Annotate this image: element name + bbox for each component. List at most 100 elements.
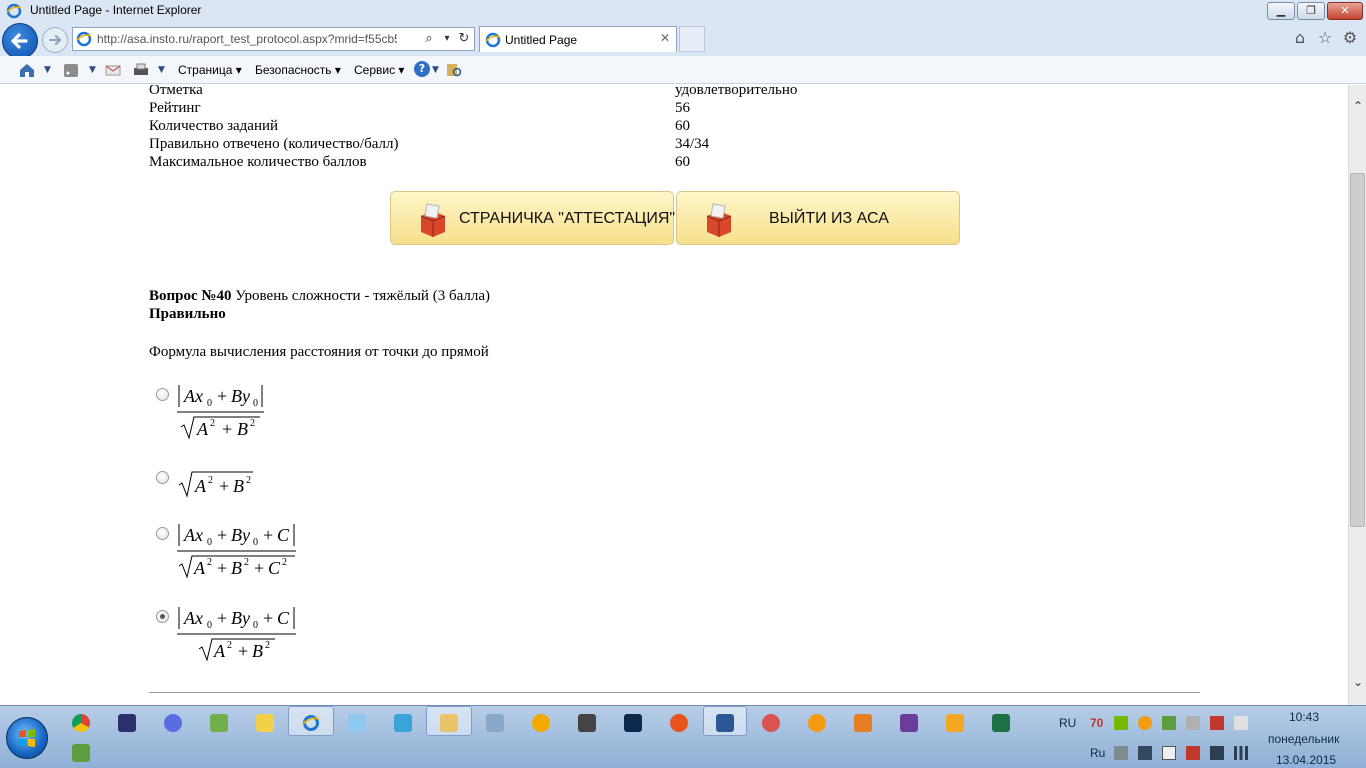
exit-button-label: ВЫЙТИ ИЗ АСА xyxy=(769,210,889,227)
app-triangle-icon[interactable] xyxy=(532,714,550,732)
home-dropdown-icon[interactable]: ▼ xyxy=(44,61,51,79)
svg-text:+: + xyxy=(217,558,227,578)
url-text[interactable]: http://asa.insto.ru/raport_test_protocol… xyxy=(97,32,397,46)
answer-status: Правильно xyxy=(149,306,226,322)
refresh-icon[interactable]: ↻ xyxy=(456,31,472,47)
scroll-down-icon[interactable]: ⌄ xyxy=(1351,675,1365,689)
speaker-icon[interactable] xyxy=(1186,746,1200,760)
svg-text:+: + xyxy=(217,525,227,545)
internet-explorer-icon xyxy=(76,31,92,47)
svg-text:C: C xyxy=(277,525,290,545)
language-indicator-small[interactable]: Ru xyxy=(1090,746,1105,760)
research-icon[interactable] xyxy=(446,61,462,79)
nvidia-icon[interactable] xyxy=(1114,716,1128,730)
browser-2-icon[interactable] xyxy=(808,714,826,732)
excel-icon[interactable] xyxy=(992,714,1010,732)
camera-icon[interactable] xyxy=(578,714,596,732)
feeds-dropdown-icon[interactable]: ▼ xyxy=(89,61,96,79)
attestation-page-button[interactable]: СТРАНИЧКА "АТТЕСТАЦИЯ" xyxy=(390,191,676,245)
tray-app-icon[interactable] xyxy=(1138,716,1152,730)
vertical-scrollbar[interactable]: ⌃ ⌄ xyxy=(1348,85,1366,705)
tools-icon[interactable]: ⚙ xyxy=(1340,28,1360,48)
tray-badge[interactable]: 70 xyxy=(1090,716,1103,730)
photoshop-icon[interactable] xyxy=(624,714,642,732)
clock-date[interactable]: 13.04.2015 xyxy=(1276,753,1336,767)
exit-asa-button[interactable]: ВЫЙТИ ИЗ АСА xyxy=(676,191,960,245)
result-label: Количество заданий xyxy=(149,118,279,134)
word-icon[interactable] xyxy=(716,714,734,732)
page-menu[interactable]: Страница ▾ xyxy=(178,61,242,79)
search-icon[interactable]: ⌕ xyxy=(421,31,437,47)
daemon-tools-icon[interactable] xyxy=(164,714,182,732)
presentation-icon[interactable] xyxy=(256,714,274,732)
option-4-radio[interactable] xyxy=(156,610,169,623)
svg-text:2: 2 xyxy=(282,557,287,568)
power-plug-icon[interactable] xyxy=(1210,746,1224,760)
help-dropdown-icon[interactable]: ▼ xyxy=(432,61,439,79)
tab-untitled-page[interactable]: Untitled Page ✕ xyxy=(479,26,677,52)
dropdown-icon[interactable]: ▾ xyxy=(439,31,455,47)
file-explorer-icon[interactable] xyxy=(440,714,458,732)
action-center-flag-icon[interactable] xyxy=(1162,746,1176,760)
home-icon[interactable]: ⌂ xyxy=(1290,28,1310,48)
maximize-button[interactable]: ❐ xyxy=(1297,2,1325,20)
scroll-thumb[interactable] xyxy=(1350,173,1365,527)
pen-icon[interactable] xyxy=(1234,716,1248,730)
network-tool-icon[interactable] xyxy=(1186,716,1200,730)
tab-close-icon[interactable]: ✕ xyxy=(660,31,670,45)
scroll-up-icon[interactable]: ⌃ xyxy=(1351,99,1365,113)
svg-text:+: + xyxy=(238,641,248,661)
print-dropdown-icon[interactable]: ▼ xyxy=(158,61,165,79)
volume-small-icon[interactable] xyxy=(1114,746,1128,760)
clock-weekday[interactable]: понедельник xyxy=(1268,732,1339,746)
media-icon[interactable] xyxy=(946,714,964,732)
home-icon[interactable] xyxy=(18,61,36,79)
firefox-icon[interactable] xyxy=(670,714,688,732)
svg-text:B: B xyxy=(231,558,242,578)
new-tab-button[interactable] xyxy=(679,26,705,52)
svg-text:0: 0 xyxy=(207,620,212,631)
result-value: 56 xyxy=(675,100,690,116)
visual-studio-icon[interactable] xyxy=(900,714,918,732)
stack-app-icon[interactable] xyxy=(72,744,90,762)
internet-explorer-icon[interactable] xyxy=(302,714,320,732)
tray-chart-icon[interactable] xyxy=(1210,716,1224,730)
chrome-icon[interactable] xyxy=(72,714,90,732)
svg-text:2: 2 xyxy=(208,475,213,486)
wifi-app-icon[interactable] xyxy=(348,714,366,732)
svg-text:Ax: Ax xyxy=(183,386,203,406)
video-app-icon[interactable] xyxy=(118,714,136,732)
language-indicator[interactable]: RU xyxy=(1059,716,1076,730)
start-button[interactable] xyxy=(6,717,48,759)
question-number: Вопрос №40 xyxy=(149,288,232,304)
svg-text:C: C xyxy=(277,608,290,628)
option-2-radio[interactable] xyxy=(156,471,169,484)
favorites-icon[interactable]: ☆ xyxy=(1315,28,1335,48)
attestation-button-label: СТРАНИЧКА "АТТЕСТАЦИЯ" xyxy=(459,210,676,227)
minimize-button[interactable]: ▁ xyxy=(1267,2,1295,20)
service-menu[interactable]: Сервис ▾ xyxy=(354,61,404,79)
feeds-icon[interactable] xyxy=(63,61,79,79)
internet-explorer-icon xyxy=(485,32,501,48)
option-1-radio[interactable] xyxy=(156,388,169,401)
clock-time[interactable]: 10:43 xyxy=(1289,710,1319,724)
svg-text:0: 0 xyxy=(253,398,258,409)
media-player-icon[interactable] xyxy=(486,714,504,732)
tray-stack-icon[interactable] xyxy=(1162,716,1176,730)
display-icon[interactable] xyxy=(1138,746,1152,760)
grid-app-icon[interactable] xyxy=(854,714,872,732)
help-icon[interactable]: ? xyxy=(414,61,430,77)
print-icon[interactable] xyxy=(132,61,150,79)
svg-text:+: + xyxy=(263,608,273,628)
forward-button[interactable] xyxy=(42,27,68,53)
monitor-icon[interactable] xyxy=(394,714,412,732)
close-button[interactable]: ✕ xyxy=(1327,2,1363,20)
signal-bars-icon[interactable] xyxy=(1234,746,1248,760)
settings-app-icon[interactable] xyxy=(762,714,780,732)
option-3-radio[interactable] xyxy=(156,527,169,540)
security-menu[interactable]: Безопасность ▾ xyxy=(255,61,341,79)
utility-icon[interactable] xyxy=(210,714,228,732)
back-button[interactable] xyxy=(2,23,38,59)
address-bar[interactable]: http://asa.insto.ru/raport_test_protocol… xyxy=(72,27,475,51)
mail-icon[interactable] xyxy=(105,61,121,79)
